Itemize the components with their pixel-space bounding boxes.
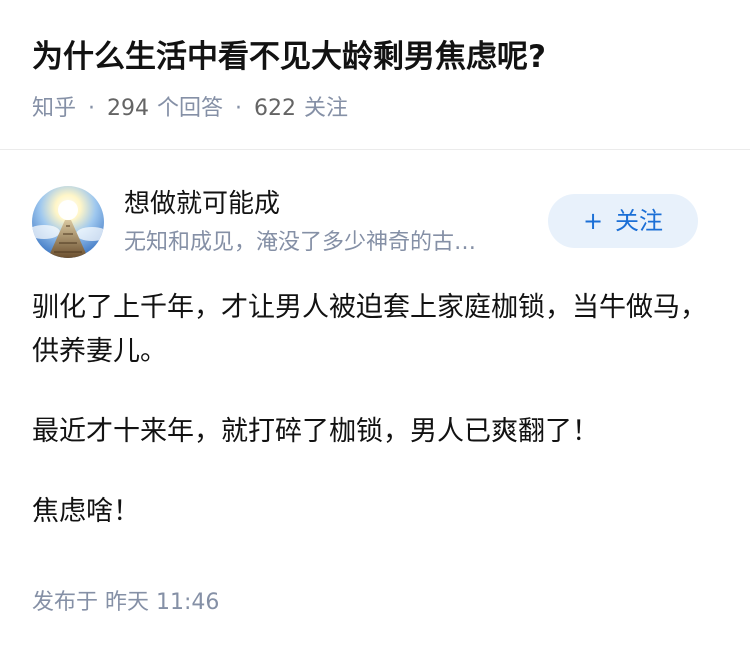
follow-button[interactable]: + 关注: [548, 194, 698, 248]
avatar[interactable]: [32, 186, 104, 258]
publish-time: 发布于 昨天 11:46: [32, 586, 219, 620]
avatar-image: [32, 186, 104, 258]
answer-body: 驯化了上千年，才让男人被迫套上家庭枷锁，当牛做马，供养妻儿。 最近才十来年，就打…: [32, 286, 712, 570]
answer-paragraph: 驯化了上千年，才让男人被迫套上家庭枷锁，当牛做马，供养妻儿。: [32, 292, 707, 367]
publish-timestamp: 昨天 11:46: [105, 590, 220, 615]
answer-paragraph: 最近才十来年，就打碎了枷锁，男人已爽翻了！: [32, 416, 599, 447]
answer-count: 294: [107, 96, 150, 121]
answer-card: 想做就可能成 无知和成见，淹没了多少神奇的古… + 关注 驯化了上千年，才让男人被…: [0, 150, 750, 654]
follower-count: 622: [254, 96, 297, 121]
question-title[interactable]: 为什么生活中看不见大龄剩男焦虑呢?: [32, 34, 546, 80]
question-header: 为什么生活中看不见大龄剩男焦虑呢? 知乎 · 294 个回答 · 622 关注: [0, 0, 750, 150]
follow-button-label: 关注: [615, 207, 664, 235]
author-bio: 无知和成见，淹没了多少神奇的古…: [124, 230, 477, 255]
source-label[interactable]: 知乎: [32, 96, 76, 121]
meta-separator: ·: [88, 96, 96, 121]
question-meta: 知乎 · 294 个回答 · 622 关注: [32, 92, 348, 126]
follower-count-label: 关注: [304, 96, 349, 121]
author-name[interactable]: 想做就可能成: [124, 186, 280, 222]
answer-paragraph: 焦虑啥！: [32, 496, 140, 527]
plus-icon: +: [582, 207, 604, 235]
meta-separator: ·: [235, 96, 243, 121]
publish-label: 发布于: [32, 590, 99, 615]
answer-count-label: 个回答: [157, 96, 224, 121]
